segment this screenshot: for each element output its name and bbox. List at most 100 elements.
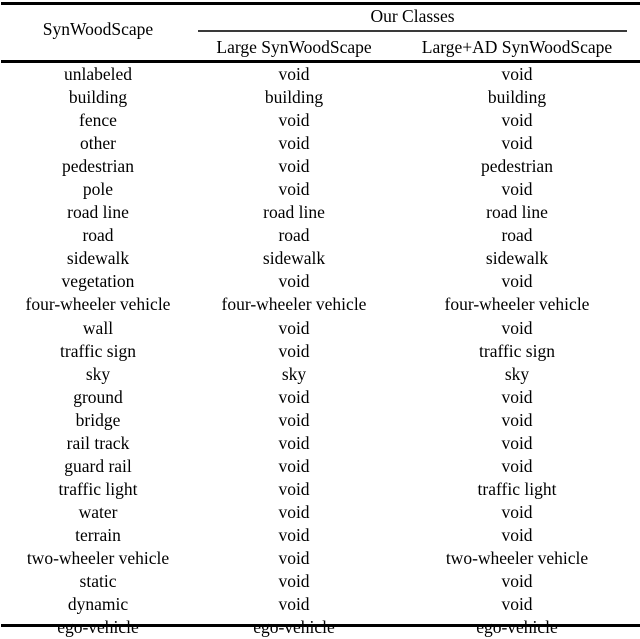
table-header: SynWoodScape Our Classes Large SynWoodSc… xyxy=(0,0,640,60)
table-cell: void xyxy=(278,179,310,200)
table-cell: road xyxy=(501,225,533,246)
table-row: pole void void xyxy=(0,178,640,201)
table-cell: void xyxy=(278,594,310,615)
table-cell: sky xyxy=(504,363,530,384)
table-cell: void xyxy=(278,64,310,84)
table-cell: road xyxy=(82,225,114,246)
table-cell: void xyxy=(501,571,533,592)
table-cell: sidewalk xyxy=(66,248,130,269)
table-cell: static xyxy=(79,571,117,592)
table-cell: void xyxy=(501,271,533,292)
table-cell: fence xyxy=(79,110,117,131)
table-cell: void xyxy=(501,179,533,200)
table-cell: sky xyxy=(85,363,111,384)
table-cell: sidewalk xyxy=(262,248,326,269)
table-row: other void void xyxy=(0,132,640,155)
table-cell: terrain xyxy=(75,524,121,545)
table-cell: vegetation xyxy=(61,271,135,292)
table-row: building building building xyxy=(0,86,640,109)
table-cell: building xyxy=(68,87,128,108)
table-cell: four-wheeler vehicle xyxy=(221,294,367,315)
table-row: wall void void xyxy=(0,317,640,340)
table-cell: bridge xyxy=(75,409,121,430)
table-cell: void xyxy=(501,317,533,338)
table-cell: traffic light xyxy=(58,478,138,499)
table-row: unlabeled void void xyxy=(0,63,640,86)
table-cell: void xyxy=(278,478,310,499)
table-cell: traffic sign xyxy=(479,340,555,361)
table-cell: water xyxy=(78,501,118,522)
table-row: ground void void xyxy=(0,386,640,409)
table-row: rail track void void xyxy=(0,432,640,455)
table-cell: pole xyxy=(82,179,114,200)
table-row: terrain void void xyxy=(0,524,640,547)
table-bottom-rule xyxy=(1,624,640,627)
header-group-our-classes: Our Classes xyxy=(370,6,455,26)
table-cell: building xyxy=(487,87,547,108)
table-cell: ego-vehicle xyxy=(476,617,558,638)
table-cell: void xyxy=(278,340,310,361)
header-stub-synwoodscape: SynWoodScape xyxy=(42,19,154,39)
table-row: road road road xyxy=(0,224,640,247)
table-cell: rail track xyxy=(66,432,130,453)
table-row: water void void xyxy=(0,501,640,524)
table-cell: road line xyxy=(486,202,548,223)
header-col-large-synwoodscape: Large SynWoodScape xyxy=(216,37,372,57)
table-cell: four-wheeler vehicle xyxy=(444,294,590,315)
table-cell: void xyxy=(278,524,310,545)
table-cell: void xyxy=(501,110,533,131)
table-row: sidewalk sidewalk sidewalk xyxy=(0,247,640,270)
table-cell: sidewalk xyxy=(485,248,549,269)
table-row: four-wheeler vehicle four-wheeler vehicle… xyxy=(0,293,640,316)
table-row: traffic light void traffic light xyxy=(0,478,640,501)
table-row: two-wheeler vehicle void two-wheeler vehic… xyxy=(0,547,640,570)
table-cell: road xyxy=(278,225,310,246)
table-row: vegetation void void xyxy=(0,270,640,293)
table-cell: four-wheeler vehicle xyxy=(25,294,171,315)
class-mapping-table: SynWoodScape Our Classes Large SynWoodSc… xyxy=(0,0,640,637)
table-cell: void xyxy=(278,317,310,338)
table-cell: void xyxy=(278,455,310,476)
header-group-underline-rule xyxy=(198,30,627,32)
table-cell: void xyxy=(501,432,533,453)
table-cell: sky xyxy=(281,363,307,384)
table-cell: void xyxy=(278,133,310,154)
table-cell: ground xyxy=(73,386,123,407)
table-row: ego-vehicle ego-vehicle ego-vehicle xyxy=(0,616,640,639)
table-cell: two-wheeler vehicle xyxy=(445,547,589,568)
header-col-large-ad-synwoodscape: Large+AD SynWoodScape xyxy=(421,37,613,57)
table-row: fence void void xyxy=(0,109,640,132)
table-row: road line road line road line xyxy=(0,201,640,224)
table-cell: wall xyxy=(82,317,114,338)
table-cell: void xyxy=(501,501,533,522)
table-cell: ego-vehicle xyxy=(57,617,139,638)
table-cell: void xyxy=(278,409,310,430)
table-cell: traffic sign xyxy=(60,340,136,361)
table-cell: dynamic xyxy=(67,594,129,615)
table-cell: void xyxy=(501,409,533,430)
table-cell: unlabeled xyxy=(63,64,133,84)
table-cell: ego-vehicle xyxy=(253,617,335,638)
table-cell: void xyxy=(278,547,310,568)
table-body: unlabeled void void building building buildin… xyxy=(0,63,640,639)
table-cell: pedestrian xyxy=(481,156,553,177)
table-cell: pedestrian xyxy=(62,156,134,177)
table-cell: two-wheeler vehicle xyxy=(26,547,170,568)
table-cell: void xyxy=(501,64,533,84)
table-cell: traffic light xyxy=(477,478,557,499)
table-cell: void xyxy=(278,386,310,407)
table-row: bridge void void xyxy=(0,409,640,432)
table-cell: void xyxy=(278,501,310,522)
table-cell: void xyxy=(278,110,310,131)
table-cell: void xyxy=(501,594,533,615)
table-row: sky sky sky xyxy=(0,363,640,386)
table-row: traffic sign void traffic sign xyxy=(0,340,640,363)
table-cell: guard rail xyxy=(64,455,132,476)
table-row: guard rail void void xyxy=(0,455,640,478)
table-row: static void void xyxy=(0,570,640,593)
table-cell: void xyxy=(501,455,533,476)
table-cell: void xyxy=(278,156,310,177)
table-row: dynamic void void xyxy=(0,593,640,616)
table-cell: void xyxy=(501,386,533,407)
table-row: pedestrian void pedestrian xyxy=(0,155,640,178)
